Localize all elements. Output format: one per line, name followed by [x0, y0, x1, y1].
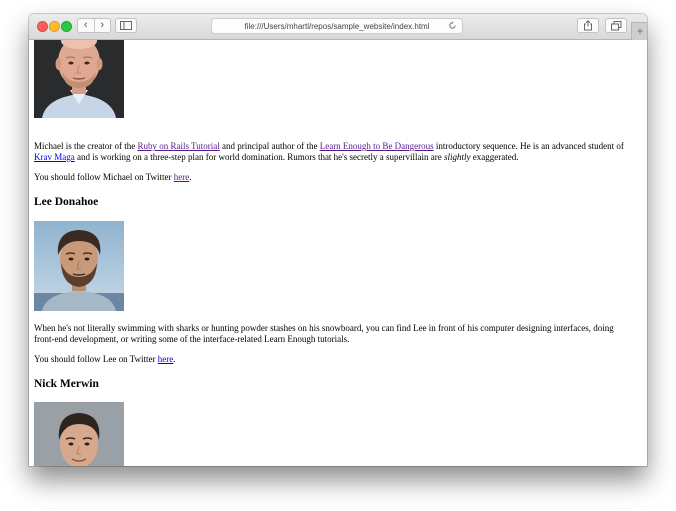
learn-enough-link[interactable]: Learn Enough to Be Dangerous — [320, 141, 434, 151]
chevron-right-icon: › — [100, 19, 105, 31]
michael-bio-text: introductory sequence. He is an advanced… — [433, 141, 624, 151]
follow-text-end: . — [173, 354, 176, 364]
page-content: Michael is the creator of the Ruby on Ra… — [29, 40, 647, 466]
plus-icon: + — [636, 24, 644, 38]
follow-text: You should follow Michael on Twitter — [34, 172, 174, 182]
forward-button[interactable]: › — [93, 19, 111, 32]
follow-text: You should follow Lee on Twitter — [34, 354, 158, 364]
chevron-left-icon: ‹ — [83, 19, 88, 31]
zoom-window-button[interactable] — [61, 21, 72, 32]
share-button[interactable] — [577, 18, 599, 33]
lee-bio: When he's not literally swimming with sh… — [34, 323, 614, 344]
michael-bio-text: and is working on a three-step plan for … — [74, 152, 445, 162]
michael-bio-text: and principal author of the — [219, 141, 320, 151]
michael-bio-text: Michael is the creator of the — [34, 141, 138, 151]
michael-photo — [34, 40, 124, 118]
lee-photo — [34, 221, 124, 311]
ruby-on-rails-tutorial-link[interactable]: Ruby on Rails Tutorial — [137, 141, 219, 151]
close-window-button[interactable] — [37, 21, 48, 32]
sidebar-toggle-button[interactable] — [115, 18, 137, 33]
michael-twitter-link[interactable]: here — [174, 172, 190, 182]
browser-window: ‹ › file:///Users/mhartl/repos/sample_we… — [29, 14, 647, 466]
minimize-window-button[interactable] — [49, 21, 60, 32]
krav-maga-link[interactable]: Krav Maga — [34, 152, 75, 162]
lee-name-heading: Lee Donahoe — [34, 196, 99, 208]
tabs-overview-icon — [610, 20, 621, 30]
nick-photo — [34, 402, 124, 466]
sidebar-icon — [120, 21, 132, 30]
show-tabs-button[interactable] — [605, 18, 627, 33]
address-bar[interactable]: file:///Users/mhartl/repos/sample_websit… — [211, 18, 463, 34]
michael-bio-text: exaggerated. — [470, 152, 519, 162]
share-icon — [584, 20, 592, 31]
lee-twitter-link[interactable]: here — [158, 354, 174, 364]
michael-bio: Michael is the creator of the Ruby on Ra… — [34, 141, 634, 163]
url-text: file:///Users/mhartl/repos/sample_websit… — [244, 21, 430, 31]
emphasis-text: slightly — [444, 152, 471, 162]
back-button[interactable]: ‹ — [78, 19, 94, 32]
browser-toolbar: ‹ › file:///Users/mhartl/repos/sample_we… — [29, 14, 647, 40]
lee-follow: You should follow Lee on Twitter here. — [34, 354, 634, 365]
nick-name-heading: Nick Merwin — [34, 378, 99, 390]
reload-icon — [449, 21, 456, 29]
michael-follow: You should follow Michael on Twitter her… — [34, 172, 634, 183]
reload-button[interactable] — [448, 21, 457, 32]
follow-text-end: . — [189, 172, 192, 182]
new-tab-button[interactable]: + — [631, 22, 647, 40]
navigation-buttons: ‹ › — [77, 18, 111, 33]
